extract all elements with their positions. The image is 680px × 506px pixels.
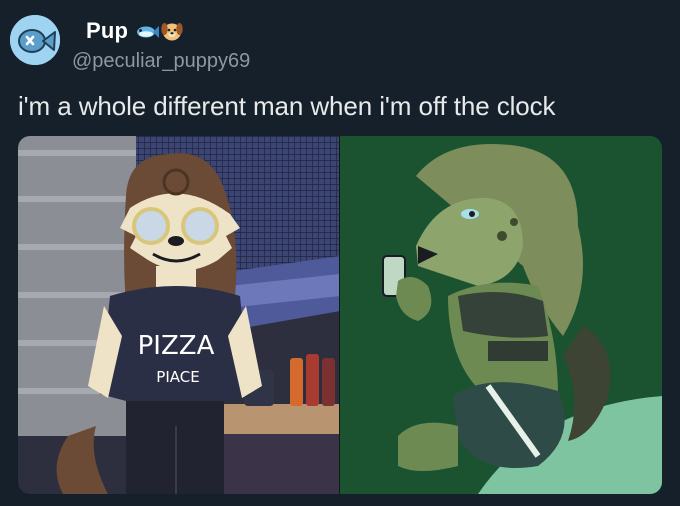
fish-icon (135, 20, 160, 42)
shirt-text-piace: PIACE (156, 368, 199, 386)
avatar[interactable] (10, 15, 60, 65)
tweet-media[interactable]: PIZZA PIACE (18, 136, 662, 494)
display-name-row[interactable]: Pup (86, 17, 184, 45)
shirt-text-pizza: PIZZA (138, 331, 215, 361)
tweet: Pup @peculiar_puppy69 i'm a whole differ… (0, 0, 680, 506)
tweet-text: i'm a whole different man when i'm off t… (18, 91, 556, 121)
dog-face-icon (160, 20, 184, 42)
right-panel-artwork (340, 136, 662, 494)
display-name[interactable]: Pup (86, 18, 128, 44)
username-handle[interactable]: @peculiar_puppy69 (72, 50, 250, 73)
fish-avatar-icon (10, 15, 60, 65)
left-panel-artwork: PIZZA PIACE (18, 136, 340, 494)
